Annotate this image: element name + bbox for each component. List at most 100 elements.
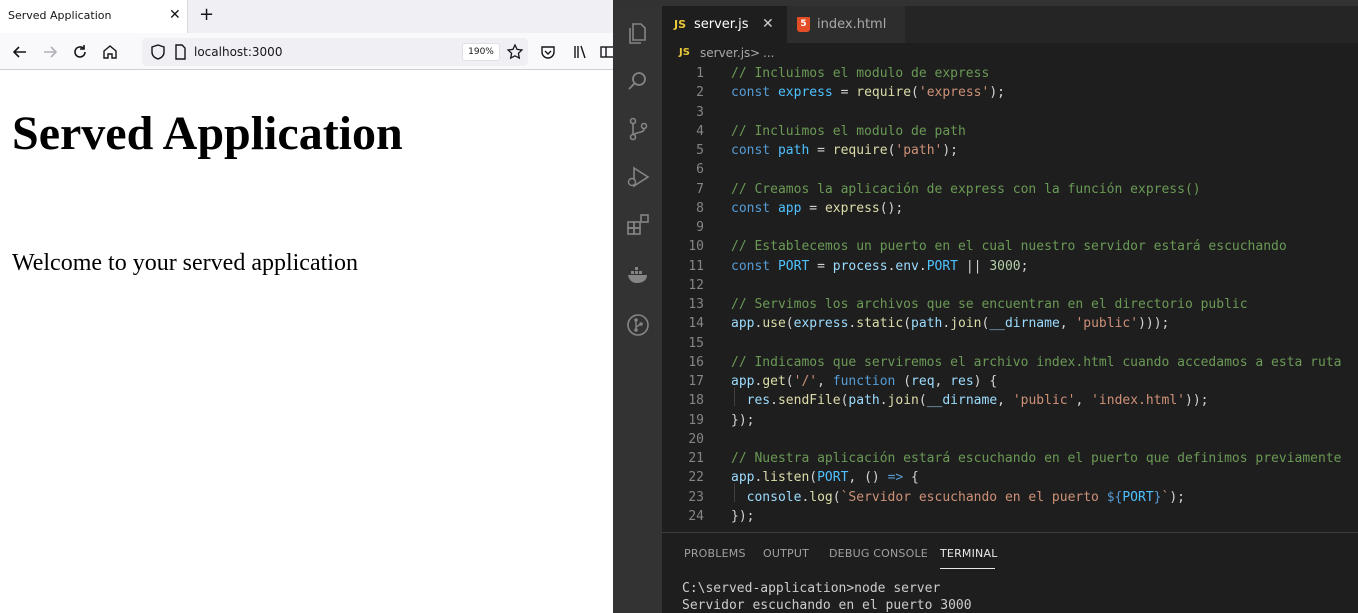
line-source: }); bbox=[731, 411, 754, 430]
code-token: __dirname bbox=[989, 316, 1060, 332]
search-icon[interactable] bbox=[625, 68, 651, 94]
code-token: , bbox=[817, 374, 833, 389]
code-token: . bbox=[879, 393, 888, 409]
code-line[interactable]: 24}); bbox=[662, 507, 1358, 526]
code-line[interactable]: 7 // Creamos la aplicación de express con… bbox=[662, 180, 1358, 199]
breadcrumb-file[interactable]: server.js bbox=[700, 46, 750, 60]
vscode-window: JS server.js ✕ 5 index.html JS server.js… bbox=[613, 0, 1358, 613]
tab-debug-console[interactable]: DEBUG CONSOLE bbox=[829, 547, 928, 560]
code-token: 'public' bbox=[1012, 393, 1076, 409]
code-token: 3000 bbox=[989, 258, 1021, 274]
code-token: log bbox=[809, 489, 833, 505]
code-token: 'public' bbox=[1075, 316, 1139, 332]
url-text[interactable]: localhost:3000 bbox=[194, 45, 282, 59]
code-line[interactable]: 8 const app = express(); bbox=[662, 199, 1358, 218]
code-line[interactable]: 5 const path = require('path'); bbox=[662, 141, 1358, 160]
code-token: . bbox=[918, 258, 927, 274]
docker-icon[interactable] bbox=[625, 262, 651, 288]
run-debug-icon[interactable] bbox=[625, 164, 651, 190]
code-token: , bbox=[997, 393, 1013, 409]
code-token: function bbox=[832, 374, 896, 389]
shield-icon[interactable] bbox=[148, 42, 168, 62]
line-number: 12 bbox=[688, 277, 704, 293]
line-source: // Nuestra aplicación estará escuchando … bbox=[731, 449, 1341, 468]
library-icon[interactable] bbox=[570, 42, 590, 62]
code-token: = bbox=[801, 200, 825, 216]
code-line[interactable]: 14 app.use(express.static(path.join(__dir… bbox=[662, 314, 1358, 333]
code-token: get bbox=[762, 374, 786, 389]
reload-icon[interactable] bbox=[70, 42, 90, 62]
tab-server-js[interactable]: JS server.js ✕ bbox=[662, 6, 787, 43]
code-line[interactable]: 17 app.get('/', function (req, res) { bbox=[662, 372, 1358, 391]
code-line[interactable]: 3 bbox=[662, 103, 1358, 122]
code-token: . bbox=[770, 393, 778, 409]
code-line[interactable]: 1 // Incluimos el modulo de express bbox=[662, 65, 1358, 83]
forward-arrow-icon[interactable] bbox=[40, 42, 60, 62]
code-line[interactable]: 18 res.sendFile(path.join(__dirname, 'pu… bbox=[662, 391, 1358, 410]
code-line[interactable]: 21 // Nuestra aplicación estará escuchand… bbox=[662, 449, 1358, 468]
code-token: require bbox=[832, 143, 888, 158]
tab-index-html[interactable]: 5 index.html bbox=[787, 6, 905, 43]
git-graph-icon[interactable] bbox=[625, 312, 651, 338]
code-token: console bbox=[746, 489, 802, 505]
code-token: ( bbox=[895, 374, 912, 389]
code-line[interactable]: 23 console.log(`Servidor escuchando en e… bbox=[662, 488, 1358, 507]
line-source: const path = require('path'); bbox=[731, 141, 958, 160]
tab-problems[interactable]: PROBLEMS bbox=[684, 547, 746, 560]
code-line[interactable]: 2 const express = require('express'); bbox=[662, 83, 1358, 102]
code-line[interactable]: 4 // Incluimos el modulo de path bbox=[662, 122, 1358, 141]
code-token: , bbox=[1059, 316, 1076, 332]
code-token: (); bbox=[879, 200, 904, 216]
code-line[interactable]: 15 bbox=[662, 334, 1358, 353]
star-icon[interactable] bbox=[505, 42, 525, 62]
code-line[interactable]: 20 bbox=[662, 430, 1358, 449]
code-line[interactable]: 13 // Servimos los archivos que se encuen… bbox=[662, 295, 1358, 314]
tab-terminal[interactable]: TERMINAL bbox=[940, 547, 998, 560]
home-icon[interactable] bbox=[100, 42, 120, 62]
code-token: const bbox=[731, 200, 771, 216]
sidebar-icon[interactable] bbox=[598, 42, 613, 62]
code-line[interactable]: 10 // Establecemos un puerto en el cual n… bbox=[662, 237, 1358, 256]
code-token: express bbox=[824, 200, 880, 216]
code-token: 'index.html' bbox=[1091, 393, 1186, 409]
code-line[interactable]: 16 // Indicamos que serviremos el archivo… bbox=[662, 353, 1358, 372]
code-token: ${ bbox=[1106, 489, 1123, 505]
bottom-panel: PROBLEMS OUTPUT DEBUG CONSOLE TERMINAL C… bbox=[662, 532, 1358, 613]
browser-window: Served Application ✕ + localhost:3000 19… bbox=[0, 0, 613, 613]
code-token: path bbox=[848, 393, 880, 409]
code-line[interactable]: 22 app.listen(PORT, () => { bbox=[662, 468, 1358, 487]
close-tab-icon[interactable]: ✕ bbox=[169, 7, 181, 23]
code-line[interactable]: 19}); bbox=[662, 411, 1358, 430]
source-control-icon[interactable] bbox=[625, 116, 651, 142]
code-line[interactable]: 12 bbox=[662, 276, 1358, 295]
code-line[interactable]: 11 const PORT = process.env.PORT || 3000; bbox=[662, 257, 1358, 276]
line-source: // Indicamos que serviremos el archivo i… bbox=[731, 353, 1341, 372]
code-token: ( bbox=[911, 85, 919, 101]
browser-tab[interactable]: Served Application ✕ bbox=[0, 0, 188, 33]
back-arrow-icon[interactable] bbox=[10, 42, 30, 62]
code-line[interactable]: 9 bbox=[662, 218, 1358, 237]
close-icon[interactable]: ✕ bbox=[762, 16, 774, 32]
extensions-icon[interactable] bbox=[625, 212, 651, 238]
line-source: app.listen(PORT, () => { bbox=[731, 468, 919, 487]
activity-bar bbox=[613, 6, 662, 613]
new-tab-icon[interactable]: + bbox=[199, 4, 214, 26]
code-token: , bbox=[1075, 393, 1092, 409]
url-bar[interactable]: localhost:3000 190% bbox=[142, 38, 528, 66]
code-token: ) { bbox=[973, 374, 998, 389]
browser-nav-bar: localhost:3000 190% bbox=[0, 33, 613, 70]
files-icon[interactable] bbox=[625, 20, 651, 46]
breadcrumb-symbols[interactable]: ... bbox=[763, 46, 774, 60]
tab-output[interactable]: OUTPUT bbox=[763, 547, 809, 560]
line-number: 3 bbox=[696, 104, 704, 120]
code-token: // Servimos los archivos que se encuentr… bbox=[731, 297, 1248, 312]
code-token: const bbox=[731, 143, 771, 158]
pocket-icon[interactable] bbox=[538, 42, 558, 62]
line-source: }); bbox=[731, 507, 754, 526]
code-editor[interactable]: 1 // Incluimos el modulo de express 2 const… bbox=[662, 65, 1358, 532]
zoom-level-badge[interactable]: 190% bbox=[462, 43, 500, 61]
code-line[interactable]: 6 bbox=[662, 160, 1358, 179]
